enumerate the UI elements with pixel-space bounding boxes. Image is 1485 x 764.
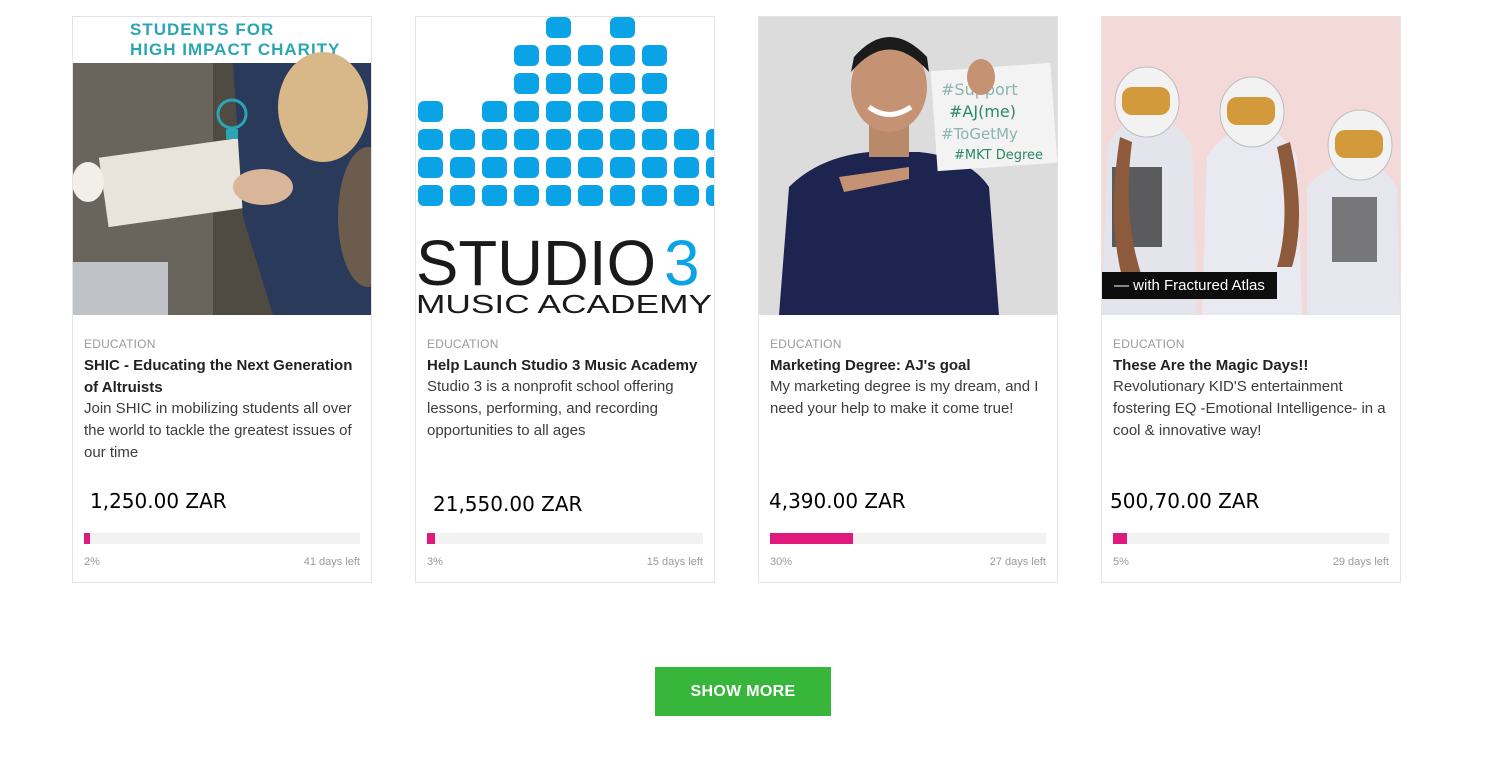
campaign-raised-amount: 4,390.00 ZAR <box>769 489 906 513</box>
equalizer-block <box>546 45 571 66</box>
equalizer-block <box>450 129 475 150</box>
equalizer-block <box>706 157 714 178</box>
equalizer-block <box>482 129 507 150</box>
campaign-image[interactable]: STUDIO 3 MUSIC ACADEMY <box>416 17 714 315</box>
equalizer-block <box>610 45 635 66</box>
equalizer-block <box>514 129 539 150</box>
image-caption-line: #AJ(me) <box>949 102 1016 121</box>
campaign-description: Revolutionary KID'S entertainment foster… <box>1113 378 1386 439</box>
equalizer-block <box>578 45 603 66</box>
campaign-raised-amount: 1,250.00 ZAR <box>90 489 227 513</box>
equalizer-block <box>674 129 699 150</box>
campaign-days-left: 15 days left <box>646 556 703 568</box>
campaign-card[interactable]: — with Fractured Atlas EDUCATION These A… <box>1101 16 1401 583</box>
campaign-title[interactable]: Marketing Degree: AJ's goal <box>770 355 1052 377</box>
campaign-card[interactable]: STUDIO 3 MUSIC ACADEMY EDUCATION Help La… <box>415 16 715 583</box>
equalizer-block <box>418 129 443 150</box>
equalizer-block <box>450 157 475 178</box>
campaign-progress-fill <box>770 533 853 544</box>
equalizer-block <box>610 129 635 150</box>
campaign-progress-fill <box>427 533 436 544</box>
campaign-progress-bar <box>1113 533 1389 544</box>
equalizer-block <box>514 101 539 122</box>
campaign-card[interactable]: #Support #AJ(me) #ToGetMy #MKT Degree ED… <box>758 16 1058 583</box>
equalizer-block <box>610 17 635 38</box>
equalizer-block <box>642 129 667 150</box>
equalizer-block <box>642 101 667 122</box>
campaign-percent-funded: 3% <box>427 556 443 568</box>
equalizer-block <box>418 101 443 122</box>
campaign-card[interactable]: STUDENTS FOR HIGH IMPACT CHARITY EDUCATI… <box>72 16 372 583</box>
image-caption-line: STUDENTS FOR <box>130 20 274 39</box>
equalizer-block <box>418 185 443 206</box>
campaign-description: Studio 3 is a nonprofit school offering … <box>427 378 674 439</box>
campaign-raised-amount: 21,550.00 ZAR <box>433 492 583 516</box>
equalizer-block <box>642 157 667 178</box>
equalizer-block <box>482 157 507 178</box>
campaign-category: EDUCATION <box>1113 337 1185 351</box>
equalizer-block <box>418 157 443 178</box>
partner-badge: — with Fractured Atlas <box>1102 272 1277 299</box>
equalizer-block <box>578 157 603 178</box>
equalizer-block <box>546 129 571 150</box>
image-caption-line: #MKT Degree <box>954 148 1043 163</box>
campaign-image[interactable]: — with Fractured Atlas <box>1102 17 1400 315</box>
equalizer-block <box>706 185 714 206</box>
equalizer-block <box>706 129 714 150</box>
equalizer-block <box>578 101 603 122</box>
equalizer-block <box>514 45 539 66</box>
campaign-category: EDUCATION <box>84 337 156 351</box>
campaign-days-left: 41 days left <box>303 556 360 568</box>
equalizer-block <box>610 157 635 178</box>
campaign-days-left: 27 days left <box>989 556 1046 568</box>
campaign-description: My marketing degree is my dream, and I n… <box>770 378 1039 417</box>
campaign-raised-amount: 500,70.00 ZAR <box>1110 489 1260 513</box>
equalizer-block <box>578 73 603 94</box>
campaign-title[interactable]: SHIC - Educating the Next Generation of … <box>84 355 366 399</box>
equalizer-block <box>674 185 699 206</box>
equalizer-block <box>642 45 667 66</box>
equalizer-block <box>546 17 571 38</box>
campaign-title[interactable]: Help Launch Studio 3 Music Academy <box>427 355 709 377</box>
campaign-days-left: 29 days left <box>1332 556 1389 568</box>
campaign-percent-funded: 5% <box>1113 556 1129 568</box>
campaign-title[interactable]: These Are the Magic Days!! <box>1113 355 1395 377</box>
equalizer-block <box>450 185 475 206</box>
equalizer-block <box>546 157 571 178</box>
equalizer-block <box>578 129 603 150</box>
campaign-percent-funded: 30% <box>770 556 793 568</box>
equalizer-block <box>546 73 571 94</box>
equalizer-block <box>514 157 539 178</box>
campaign-image[interactable]: #Support #AJ(me) #ToGetMy #MKT Degree <box>759 17 1057 315</box>
equalizer-block <box>642 73 667 94</box>
image-caption-line: MUSIC ACADEMY <box>416 289 712 315</box>
equalizer-block <box>642 185 667 206</box>
campaign-description: Join SHIC in mobilizing students all ove… <box>84 400 352 461</box>
equalizer-block <box>610 73 635 94</box>
equalizer-block <box>578 185 603 206</box>
equalizer-block <box>546 101 571 122</box>
equalizer-block <box>674 157 699 178</box>
campaign-percent-funded: 2% <box>84 556 100 568</box>
campaign-progress-fill <box>84 533 90 544</box>
equalizer-block <box>610 185 635 206</box>
campaign-image[interactable]: STUDENTS FOR HIGH IMPACT CHARITY <box>73 17 371 315</box>
campaign-progress-bar <box>427 533 703 544</box>
campaign-progress-bar <box>84 533 360 544</box>
image-caption-line: #ToGetMy <box>941 125 1018 143</box>
campaign-category: EDUCATION <box>770 337 842 351</box>
campaign-progress-bar <box>770 533 1046 544</box>
equalizer-block <box>514 73 539 94</box>
campaign-progress-fill <box>1113 533 1127 544</box>
equalizer-block <box>482 101 507 122</box>
equalizer-block <box>610 101 635 122</box>
equalizer-block <box>482 185 507 206</box>
campaign-category: EDUCATION <box>427 337 499 351</box>
equalizer-block <box>514 185 539 206</box>
show-more-button[interactable]: SHOW MORE <box>655 667 831 716</box>
equalizer-block <box>546 185 571 206</box>
